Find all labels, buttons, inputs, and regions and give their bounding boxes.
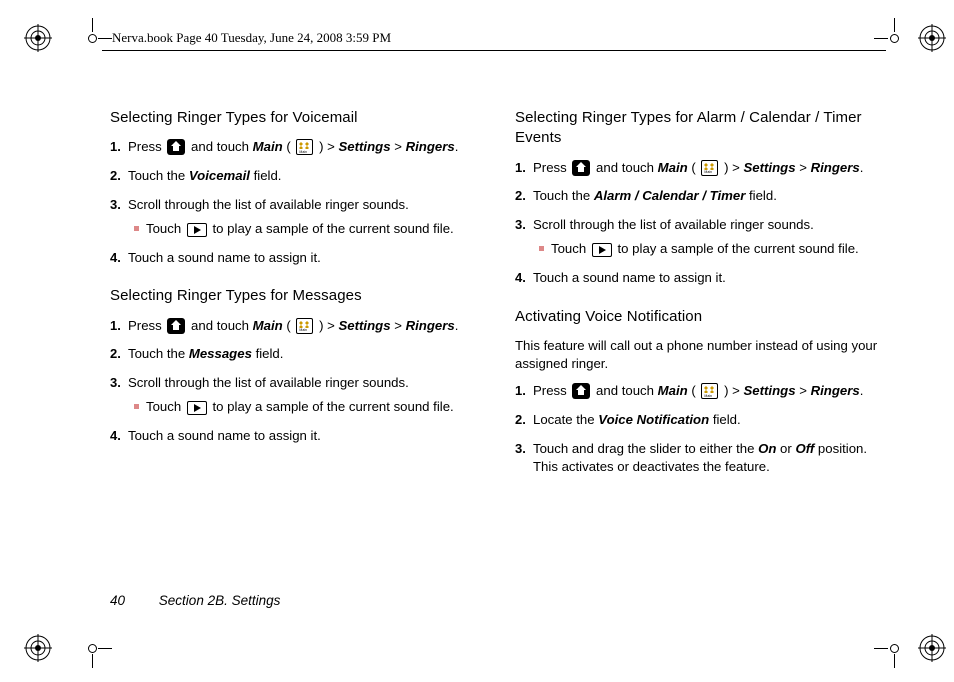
step: Touch a sound name to assign it. <box>128 427 475 445</box>
steps-voicemail: Press and touch Main ( ) > Settings > Ri… <box>110 138 475 266</box>
right-column: Selecting Ringer Types for Alarm / Calen… <box>515 108 880 487</box>
main-menu-icon <box>296 318 313 334</box>
home-button-icon <box>572 383 590 399</box>
step: Scroll through the list of available rin… <box>533 216 880 258</box>
header-rule <box>102 50 886 51</box>
registration-mark-icon <box>24 24 52 52</box>
step: Touch a sound name to assign it. <box>128 249 475 267</box>
heading-messages: Selecting Ringer Types for Messages <box>110 286 475 306</box>
registration-mark-icon <box>918 24 946 52</box>
main-menu-icon <box>701 160 718 176</box>
crop-mark-icon <box>72 628 112 668</box>
heading-voice-notification: Activating Voice Notification <box>515 307 880 327</box>
crop-mark-icon <box>874 18 914 58</box>
steps-alarm: Press and touch Main ( ) > Settings > Ri… <box>515 159 880 287</box>
section-title: Section 2B. Settings <box>159 593 281 608</box>
step: Touch the Voicemail field. <box>128 167 475 185</box>
play-icon <box>187 401 207 415</box>
step: Touch the Messages field. <box>128 345 475 363</box>
steps-voice-notification: Press and touch Main ( ) > Settings > Ri… <box>515 382 880 475</box>
play-icon <box>187 223 207 237</box>
step: Scroll through the list of available rin… <box>128 374 475 416</box>
step: Press and touch Main ( ) > Settings > Ri… <box>533 159 880 177</box>
step: Touch a sound name to assign it. <box>533 269 880 287</box>
step: Press and touch Main ( ) > Settings > Ri… <box>533 382 880 400</box>
crop-mark-icon <box>72 18 112 58</box>
left-column: Selecting Ringer Types for Voicemail Pre… <box>110 108 475 487</box>
header-text: Nerva.book Page 40 Tuesday, June 24, 200… <box>112 30 391 46</box>
page-number: 40 <box>110 593 125 608</box>
home-button-icon <box>167 318 185 334</box>
main-menu-icon <box>701 383 718 399</box>
crop-mark-icon <box>874 628 914 668</box>
step: Touch and drag the slider to either the … <box>533 440 880 476</box>
registration-mark-icon <box>24 634 52 662</box>
heading-alarm: Selecting Ringer Types for Alarm / Calen… <box>515 108 880 149</box>
home-button-icon <box>572 160 590 176</box>
play-icon <box>592 243 612 257</box>
intro-text: This feature will call out a phone numbe… <box>515 337 880 373</box>
substep: Touch to play a sample of the current so… <box>134 398 475 416</box>
heading-voicemail: Selecting Ringer Types for Voicemail <box>110 108 475 128</box>
home-button-icon <box>167 139 185 155</box>
registration-mark-icon <box>918 634 946 662</box>
steps-messages: Press and touch Main ( ) > Settings > Ri… <box>110 317 475 445</box>
step: Touch the Alarm / Calendar / Timer field… <box>533 187 880 205</box>
step: Press and touch Main ( ) > Settings > Ri… <box>128 317 475 335</box>
main-menu-icon <box>296 139 313 155</box>
substep: Touch to play a sample of the current so… <box>134 220 475 238</box>
step: Scroll through the list of available rin… <box>128 196 475 238</box>
step: Locate the Voice Notification field. <box>533 411 880 429</box>
page-footer: 40 Section 2B. Settings <box>110 593 280 608</box>
step: Press and touch Main ( ) > Settings > Ri… <box>128 138 475 156</box>
substep: Touch to play a sample of the current so… <box>539 240 880 258</box>
